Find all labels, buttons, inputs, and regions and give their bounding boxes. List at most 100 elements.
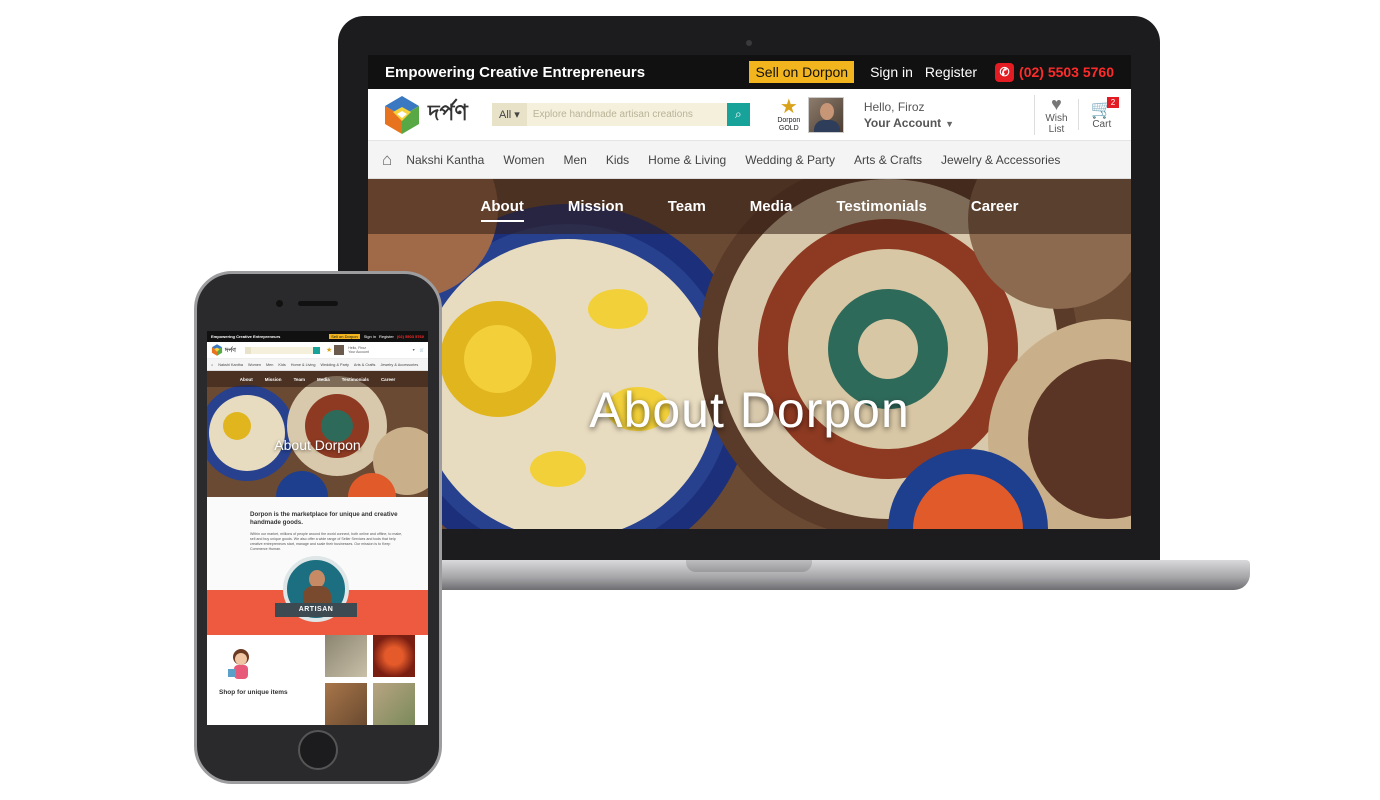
product-thumbnail[interactable] <box>373 683 415 725</box>
phone-home-button <box>298 730 338 770</box>
tagline: Empowering Creative Entrepreneurs <box>385 63 646 81</box>
artisan-band: ARTISAN <box>207 556 428 635</box>
category-arts-crafts[interactable]: Arts & Crafts <box>854 153 922 167</box>
about-nav: About Mission Team Media Testimonials Ca… <box>368 179 1131 234</box>
mobile-category-nav: ⌂ Nakshi Kantha Women Men Kids Home & Li… <box>207 359 428 371</box>
intro-heading: Dorpon is the marketplace for unique and… <box>250 511 398 526</box>
category-women[interactable]: Women <box>503 153 544 167</box>
mobile-search-bar[interactable] <box>245 346 320 354</box>
tab-media[interactable]: Media <box>750 198 793 215</box>
logo-icon <box>385 95 419 134</box>
heart-icon[interactable]: ♥ <box>413 348 415 352</box>
cart-button[interactable]: 🛒 2 Cart <box>1077 97 1119 130</box>
mobile-category[interactable]: Nakshi Kantha <box>218 363 243 367</box>
mobile-tab-mission[interactable]: Mission <box>265 377 282 382</box>
shop-section: Shop for unique items <box>207 635 428 725</box>
tab-about[interactable]: About <box>480 198 525 222</box>
search-category-select[interactable]: All ▾ <box>492 103 527 126</box>
mobile-tab-about[interactable]: About <box>240 377 253 382</box>
mobile-category[interactable]: Wedding & Party <box>321 363 349 367</box>
mobile-phone-number[interactable]: (02) 5503 5760 <box>397 334 424 339</box>
star-icon: ★ <box>326 347 333 354</box>
logo-icon <box>211 344 223 356</box>
mobile-category[interactable]: Men <box>266 363 273 367</box>
laptop-camera <box>746 40 752 46</box>
intro-body: Within our market, millions of people ar… <box>250 532 403 551</box>
mobile-header: দর্পণ ★ Hello, Firoz Your Account ♥ 🛒 <box>207 342 428 359</box>
account-label: Your Account <box>863 115 942 130</box>
mobile-avatar[interactable] <box>334 345 345 355</box>
category-men[interactable]: Men <box>563 153 586 167</box>
product-thumbnail[interactable] <box>325 683 367 725</box>
wishlist-button[interactable]: ♥ Wish List <box>1034 93 1077 135</box>
category-nakshi-kantha[interactable]: Nakshi Kantha <box>406 153 484 167</box>
mobile-register-link[interactable]: Register <box>379 334 394 339</box>
mobile-signin-link[interactable]: Sign in <box>364 334 376 339</box>
cart-icon[interactable]: 🛒 <box>420 348 424 352</box>
phone-number: (02) 5503 5760 <box>1019 64 1114 80</box>
sell-button[interactable]: Sell on Dorpon <box>749 61 855 83</box>
tab-team[interactable]: Team <box>668 198 706 215</box>
mobile-category[interactable]: Kids <box>278 363 285 367</box>
heart-icon: ♥ <box>1051 93 1062 114</box>
home-icon[interactable]: ⌂ <box>382 150 392 170</box>
tab-career[interactable]: Career <box>971 198 1019 215</box>
mobile-tab-career[interactable]: Career <box>381 377 395 382</box>
register-link[interactable]: Register <box>925 64 977 80</box>
mobile-account-menu[interactable]: Hello, Firoz Your Account <box>348 346 369 354</box>
star-icon: ★ <box>779 95 798 118</box>
mobile-sell-button[interactable]: Sell on Dorpon <box>329 334 360 339</box>
mobile-hero-title: About Dorpon <box>274 437 361 453</box>
mobile-intro: Dorpon is the marketplace for unique and… <box>207 497 428 552</box>
decorative-plates-image <box>207 371 428 497</box>
hero-title: About Dorpon <box>589 382 910 438</box>
mobile-tab-team[interactable]: Team <box>294 377 305 382</box>
search-input[interactable]: Explore handmade artisan creations <box>526 103 727 126</box>
mobile-category[interactable]: Home & Living <box>291 363 316 367</box>
device-mockup: Empowering Creative Entrepreneurs Sell o… <box>0 0 1380 800</box>
mobile-tab-media[interactable]: Media <box>317 377 330 382</box>
category-jewelry-accessories[interactable]: Jewelry & Accessories <box>941 153 1060 167</box>
laptop-notch <box>686 560 812 572</box>
mobile-tagline: Empowering Creative Entrepreneurs <box>211 334 281 339</box>
cart-count-badge: 2 <box>1107 97 1119 108</box>
top-bar: Empowering Creative Entrepreneurs Sell o… <box>368 55 1131 89</box>
phone-camera <box>276 300 283 307</box>
account-menu[interactable]: Hello, Firoz Your Account ▼ <box>864 100 954 130</box>
mobile-top-bar: Empowering Creative Entrepreneurs Sell o… <box>207 331 428 342</box>
phone-icon: ✆ <box>995 62 1015 82</box>
mobile-tab-testimonials[interactable]: Testimonials <box>342 377 369 382</box>
logo-text: দর্পণ <box>428 100 468 126</box>
shop-title: Shop for unique items <box>219 689 288 696</box>
phone-speaker <box>298 301 338 306</box>
search-icon[interactable]: ⌕ <box>726 103 750 126</box>
chevron-down-icon: ▼ <box>945 118 955 129</box>
site-header: দর্পণ All ▾ Explore handmade artisan cre… <box>368 89 1131 141</box>
product-thumbnail[interactable] <box>373 635 415 677</box>
search-icon <box>313 346 320 354</box>
search-bar: All ▾ Explore handmade artisan creations… <box>492 103 750 126</box>
phone-contact[interactable]: ✆ (02) 5503 5760 <box>995 62 1114 82</box>
hero-banner: About Mission Team Media Testimonials Ca… <box>368 179 1131 529</box>
category-home-living[interactable]: Home & Living <box>648 153 726 167</box>
home-icon[interactable]: ⌂ <box>211 363 213 367</box>
mobile-category[interactable]: Women <box>248 363 261 367</box>
category-wedding-party[interactable]: Wedding & Party <box>745 153 835 167</box>
gold-badge: ★ Dorpon GOLD <box>774 97 804 133</box>
logo[interactable]: দর্পণ <box>382 95 492 135</box>
signin-link[interactable]: Sign in <box>870 64 913 80</box>
category-kids[interactable]: Kids <box>606 153 629 167</box>
phone-screen: Empowering Creative Entrepreneurs Sell o… <box>207 331 428 725</box>
mobile-logo[interactable]: দর্পণ <box>211 344 245 356</box>
mobile-category[interactable]: Arts & Crafts <box>354 363 376 367</box>
artisan-ribbon: ARTISAN <box>275 603 357 617</box>
tab-mission[interactable]: Mission <box>568 198 624 215</box>
shopper-illustration-icon <box>228 649 249 679</box>
avatar[interactable] <box>807 96 844 133</box>
mobile-about-nav: About Mission Team Media Testimonials Ca… <box>207 371 428 387</box>
laptop-screen: Empowering Creative Entrepreneurs Sell o… <box>368 55 1131 529</box>
product-thumbnail[interactable] <box>325 635 367 677</box>
mobile-category[interactable]: Jewelry & Accessories <box>380 363 418 367</box>
account-greeting: Hello, Firoz <box>863 99 925 114</box>
tab-testimonials[interactable]: Testimonials <box>836 198 927 215</box>
